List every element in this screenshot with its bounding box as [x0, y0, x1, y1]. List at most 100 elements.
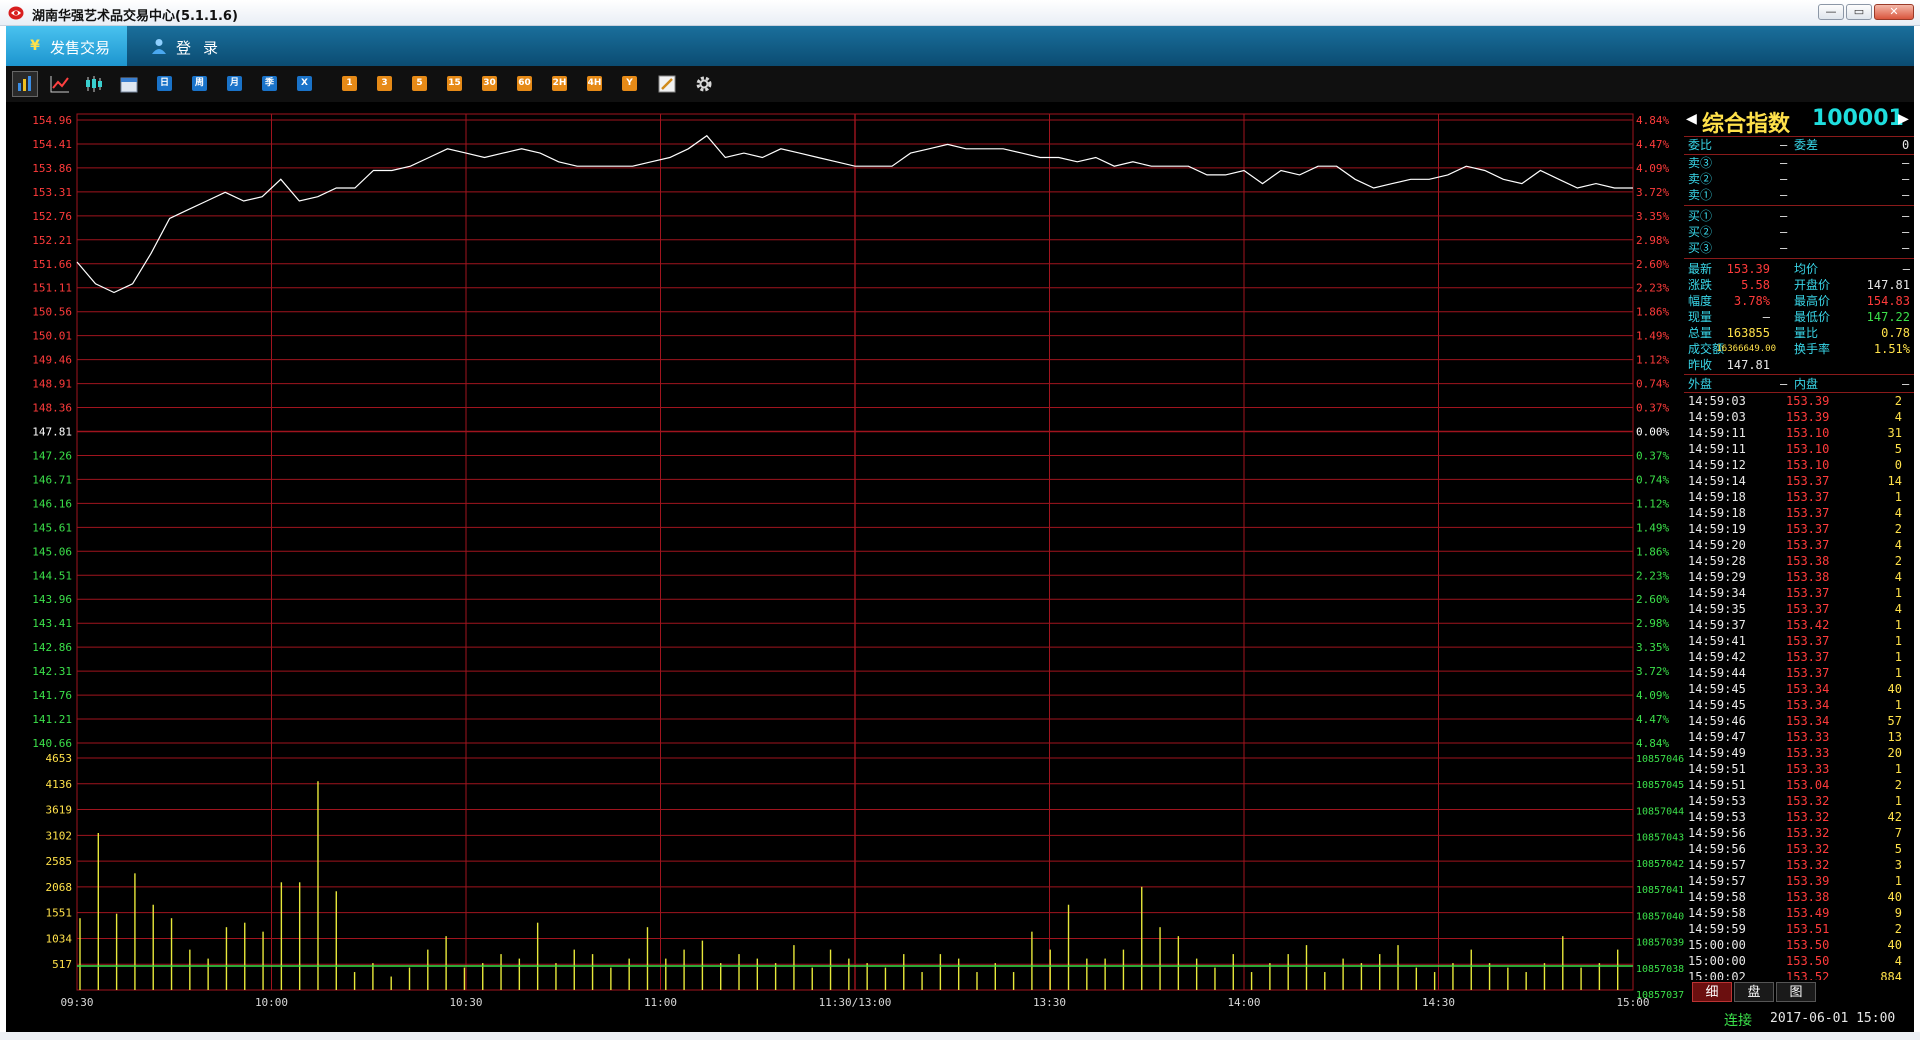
percent-tick-label: 4.84%	[1636, 114, 1669, 127]
tick-time: 14:59:51	[1688, 762, 1746, 776]
period-month-button[interactable]: 月	[227, 76, 242, 91]
price-tick-label: 143.41	[32, 617, 72, 630]
volume-tick-label: 4136	[46, 778, 73, 791]
nav-login-tab[interactable]: 登录	[146, 26, 236, 66]
minute-5-button[interactable]: 5	[412, 76, 427, 91]
bid-price: —	[1780, 241, 1788, 255]
stat-value: 3.78%	[1733, 294, 1770, 308]
tick-price: 153.37	[1786, 634, 1830, 648]
tab-detail[interactable]: 细	[1692, 982, 1732, 1002]
tick-row: 14:59:57 153.32 3	[1684, 857, 1914, 873]
stat-label: 均价	[1794, 262, 1819, 276]
intraday-chart[interactable]: 154.96 4.84% 154.41 4.47% 153.86 4.09% 153.31 3…	[6, 102, 1684, 1032]
tick-row: 14:59:49 153.33 20	[1684, 745, 1914, 761]
tab-chart[interactable]: 图	[1776, 982, 1816, 1002]
tick-volume: 4	[1894, 602, 1902, 616]
candlestick-icon[interactable]	[84, 74, 104, 94]
price-tick-label: 151.11	[32, 282, 72, 295]
tick-row: 14:59:59 153.51 2	[1684, 921, 1914, 937]
nav-trade-tab[interactable]: ¥ 发售交易	[6, 26, 127, 66]
ask-row: 卖② — —	[1684, 171, 1914, 187]
inner-label: 内盘	[1794, 377, 1819, 391]
tick-time: 14:59:51	[1688, 778, 1746, 792]
volume-tick-label: 3619	[46, 804, 73, 817]
tick-time: 14:59:57	[1688, 874, 1746, 888]
hour-4-button[interactable]: 4H	[587, 76, 602, 91]
minimize-icon: —	[1825, 5, 1837, 18]
ask-label: 卖③	[1688, 156, 1713, 170]
tick-row: 14:59:42 153.37 1	[1684, 649, 1914, 665]
ask-volume: —	[1902, 188, 1910, 202]
percent-tick-label: 4.09%	[1636, 689, 1669, 702]
year-button[interactable]: Y	[622, 76, 637, 91]
divider	[1684, 374, 1914, 375]
calendar-icon[interactable]	[120, 75, 138, 93]
period-week-button[interactable]: 周	[192, 76, 207, 91]
percent-tick-label: 4.47%	[1636, 138, 1669, 151]
tick-volume: 3	[1894, 858, 1902, 872]
tick-row: 15:00:00 153.50 4	[1684, 953, 1914, 969]
stat-value: 153.39	[1726, 262, 1770, 276]
weibi-row: 委比 — 委差 0	[1684, 137, 1914, 153]
tick-price: 153.10	[1786, 426, 1830, 440]
price-tick-label: 144.51	[32, 569, 72, 582]
minute-3-button[interactable]: 3	[377, 76, 392, 91]
tick-price: 153.37	[1786, 650, 1830, 664]
tick-price: 153.34	[1786, 714, 1830, 728]
minute-60-button[interactable]: 60	[517, 76, 532, 91]
tick-time: 14:59:59	[1688, 922, 1746, 936]
intraday-chart-icon[interactable]	[12, 71, 38, 97]
line-chart-icon[interactable]	[50, 74, 70, 94]
price-tick-label: 152.21	[32, 234, 72, 247]
price-tick-label: 142.31	[32, 665, 72, 678]
tick-time: 14:59:37	[1688, 618, 1746, 632]
tick-time: 14:59:18	[1688, 506, 1746, 520]
close-button[interactable]: ✕	[1874, 4, 1914, 20]
tick-time: 14:59:41	[1688, 634, 1746, 648]
tick-time: 14:59:57	[1688, 858, 1746, 872]
next-symbol-icon[interactable]: ▶	[1898, 108, 1909, 129]
minute-30-button[interactable]: 30	[482, 76, 497, 91]
period-quarter-button[interactable]: 季	[262, 76, 277, 91]
tick-volume: 1	[1894, 666, 1902, 680]
stat-label: 开盘价	[1794, 278, 1831, 292]
tick-row: 14:59:47 153.33 13	[1684, 729, 1914, 745]
tick-time: 14:59:56	[1688, 826, 1746, 840]
stat-value: 147.81	[1726, 358, 1770, 372]
tick-time: 14:59:12	[1688, 458, 1746, 472]
tick-time: 14:59:44	[1688, 666, 1746, 680]
minimize-button[interactable]: —	[1818, 4, 1844, 20]
minute-15-button[interactable]: 15	[447, 76, 462, 91]
minute-1-button[interactable]: 1	[342, 76, 357, 91]
period-custom-button[interactable]: X	[297, 76, 312, 91]
ask-price: —	[1780, 156, 1788, 170]
maximize-button[interactable]: ▭	[1846, 4, 1872, 20]
stat-label: 量比	[1794, 326, 1819, 340]
percent-tick-label: 2.23%	[1636, 569, 1669, 582]
hour-2-button[interactable]: 2H	[552, 76, 567, 91]
time-tick-label: 15:00	[1616, 996, 1649, 1009]
tick-price: 153.39	[1786, 874, 1830, 888]
period-day-button[interactable]: 日	[157, 76, 172, 91]
stat-label: 总量	[1688, 326, 1713, 340]
tick-time: 15:00:00	[1688, 954, 1746, 968]
tick-time: 14:59:11	[1688, 426, 1746, 440]
draw-tool-icon[interactable]	[658, 75, 676, 93]
price-tick-label: 154.96	[32, 114, 72, 127]
tick-time: 14:59:45	[1688, 698, 1746, 712]
time-tick-label: 13:30	[1033, 996, 1066, 1009]
volume-tick-label: 4653	[46, 752, 73, 765]
nav-login-label: 登录	[176, 39, 231, 57]
bid-volume: —	[1902, 225, 1910, 239]
tab-book[interactable]: 盘	[1734, 982, 1774, 1002]
tick-price: 153.04	[1786, 778, 1830, 792]
panel-tabs: 细 盘 图	[1684, 980, 1914, 1004]
tick-volume: 2	[1894, 922, 1902, 936]
prev-symbol-icon[interactable]: ◀	[1686, 108, 1697, 129]
price-tick-label: 154.41	[32, 138, 72, 151]
stat-label: 昨收	[1688, 358, 1713, 372]
tick-volume: 31	[1887, 426, 1902, 440]
settings-gear-icon[interactable]	[694, 74, 714, 94]
percent-tick-label: 1.12%	[1636, 497, 1669, 510]
user-icon	[152, 39, 166, 54]
